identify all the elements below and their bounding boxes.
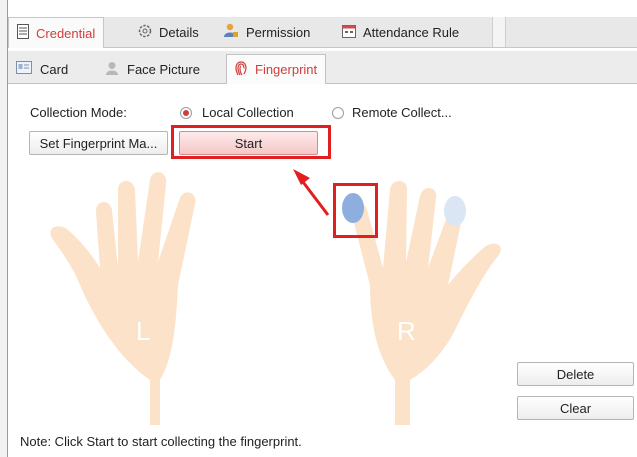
red-arrow [298, 177, 330, 216]
fingertip-light[interactable] [444, 196, 466, 226]
remote-collection-radio[interactable] [332, 107, 344, 119]
remote-collection-label[interactable]: Remote Collect... [352, 105, 452, 120]
set-fingerprint-button[interactable]: Set Fingerprint Ma... [29, 131, 168, 155]
red-arrow-head [293, 169, 310, 185]
local-collection-label[interactable]: Local Collection [202, 105, 294, 120]
clear-button[interactable]: Clear [517, 396, 634, 420]
hands-illustration: L R [50, 169, 501, 425]
right-hand-label: R [397, 316, 416, 346]
note-text: Note: Click Start to start collecting th… [20, 434, 302, 449]
local-collection-radio[interactable] [180, 107, 192, 119]
left-hand: L [50, 172, 196, 425]
delete-button[interactable]: Delete [517, 362, 634, 386]
start-button-highlight [171, 125, 331, 159]
left-hand-label: L [136, 316, 150, 346]
collection-mode-label: Collection Mode: [30, 105, 127, 120]
fingertip-highlight [333, 183, 378, 238]
